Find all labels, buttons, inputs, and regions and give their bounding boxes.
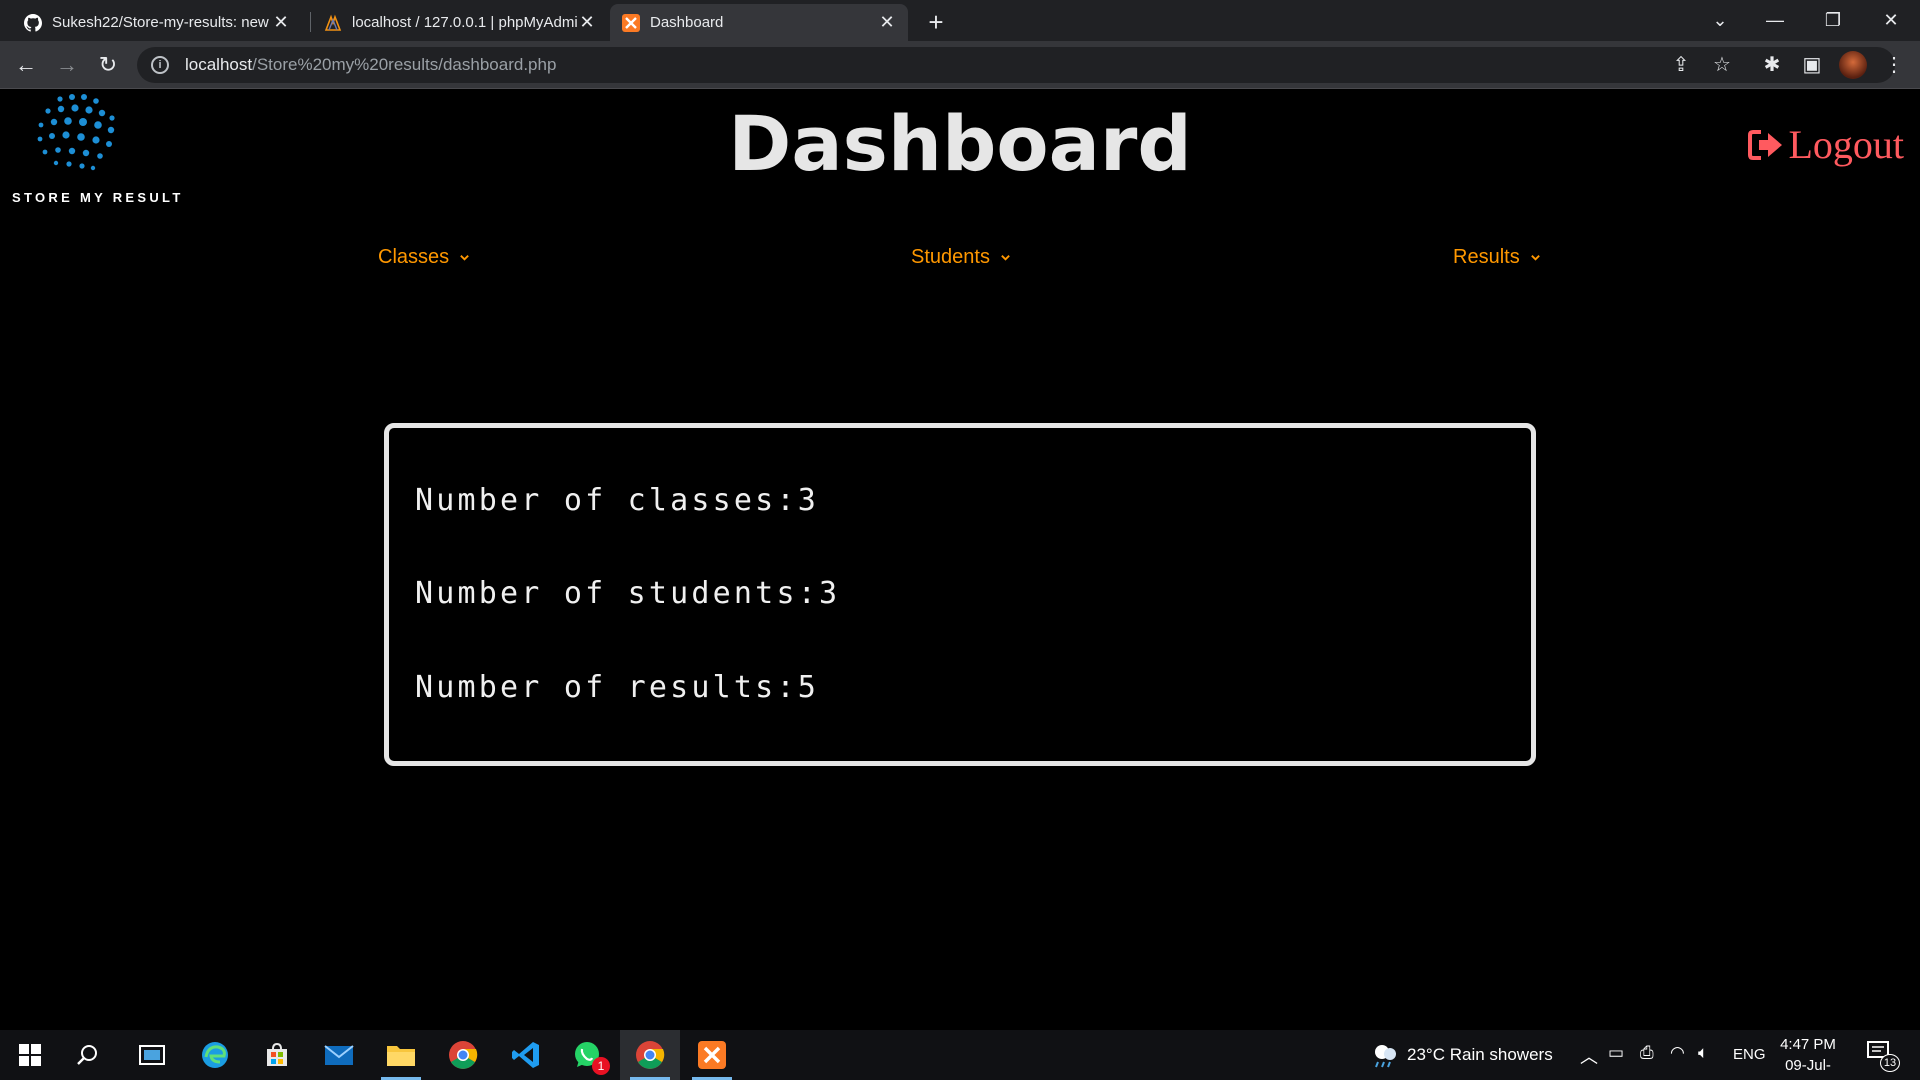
show-hidden-icons-chevron-icon[interactable]: ︿ <box>1580 1043 1598 1069</box>
meet-now-icon[interactable]: ⎙ <box>1640 1043 1654 1063</box>
menu-students[interactable]: Students <box>911 246 1011 269</box>
menu-classes[interactable]: Classes <box>378 246 470 269</box>
chrome-icon[interactable] <box>433 1030 493 1080</box>
window-close-icon[interactable]: ✕ <box>1862 0 1920 41</box>
chrome-active-icon[interactable] <box>620 1030 680 1080</box>
microsoft-store-icon[interactable] <box>247 1030 307 1080</box>
minimize-icon[interactable]: — <box>1746 0 1804 41</box>
tab-phpmyadmin[interactable]: localhost / 127.0.0.1 | phpMyAdmin ✕ <box>312 4 608 41</box>
tab-separator <box>310 12 311 32</box>
task-view-icon[interactable] <box>122 1030 182 1080</box>
restore-icon[interactable]: ❐ <box>1804 0 1862 41</box>
share-icon[interactable]: ⇪ <box>1665 49 1697 81</box>
browser-tab-strip: Sukesh22/Store-my-results: new ✕ localho… <box>0 0 1920 41</box>
stat-results: Number of results:5 <box>415 670 819 705</box>
edge-browser-icon[interactable] <box>185 1030 245 1080</box>
action-center-icon[interactable]: 13 <box>1866 1040 1900 1072</box>
file-explorer-icon[interactable] <box>371 1030 431 1080</box>
page-title: Dashboard <box>728 99 1192 188</box>
menu-classes-label: Classes <box>378 246 450 268</box>
tab-title: localhost / 127.0.0.1 | phpMyAdmin <box>352 14 578 31</box>
logout-icon <box>1748 129 1783 160</box>
chevron-down-icon <box>1530 255 1540 261</box>
clock-time: 4:47 PM <box>1780 1036 1836 1053</box>
xampp-taskbar-icon[interactable] <box>682 1030 742 1080</box>
windows-taskbar: 1 23°C Rain showers ︿ ▭ ⎙ ◠ 🔈︎ ENG 4:47 … <box>0 1030 1920 1080</box>
browser-toolbar: ← → ↻ i localhost/Store%20my%20results/d… <box>0 41 1920 89</box>
menu-results-label: Results <box>1453 246 1520 268</box>
url-path: /Store%20my%20results/dashboard.php <box>252 55 557 74</box>
new-tab-button[interactable]: + <box>920 6 952 38</box>
logout-link[interactable]: Logout <box>1748 121 1904 168</box>
profile-avatar[interactable] <box>1839 51 1867 79</box>
bookmark-star-icon[interactable]: ☆ <box>1706 49 1738 81</box>
battery-icon[interactable]: ▭ <box>1608 1043 1624 1063</box>
tab-github[interactable]: Sukesh22/Store-my-results: new ✕ <box>12 4 302 41</box>
windows-start-icon[interactable] <box>0 1030 60 1080</box>
volume-icon[interactable]: 🔈︎ <box>1698 1043 1708 1063</box>
url-text: localhost/Store%20my%20results/dashboard… <box>185 55 556 75</box>
tab-title: Dashboard <box>650 14 724 31</box>
chevron-down-icon <box>1001 255 1010 261</box>
wifi-icon[interactable]: ◠ <box>1670 1043 1685 1063</box>
close-icon[interactable]: ✕ <box>578 12 596 33</box>
clock[interactable]: 4:47 PM 09-Jul-22 <box>1778 1034 1838 1080</box>
url-host: localhost <box>185 55 253 74</box>
menu-students-label: Students <box>911 246 990 268</box>
chevron-down-icon <box>460 255 469 261</box>
weather-text[interactable]: 23°C Rain showers <box>1407 1045 1553 1065</box>
stat-students: Number of students:3 <box>415 576 841 611</box>
menu-results[interactable]: Results <box>1453 246 1541 269</box>
extensions-puzzle-icon[interactable]: ✱ <box>1756 49 1788 81</box>
back-icon[interactable]: ← <box>10 49 42 81</box>
logo-text: STORE MY RESULT <box>12 190 184 205</box>
weather-rain-icon[interactable] <box>1370 1042 1400 1068</box>
page-content: STORE MY RESULT Dashboard Logout Classes… <box>0 89 1920 1030</box>
stat-classes: Number of classes:3 <box>415 483 819 518</box>
tab-dashboard[interactable]: Dashboard ✕ <box>610 4 908 41</box>
language-indicator[interactable]: ENG <box>1733 1046 1766 1063</box>
xampp-icon <box>622 13 640 32</box>
vscode-icon[interactable] <box>496 1030 556 1080</box>
notification-count: 13 <box>1880 1054 1900 1072</box>
phpmyadmin-icon <box>324 14 342 31</box>
tab-search-chevron-icon[interactable]: ⌄ <box>1691 0 1749 41</box>
clock-date: 09-Jul-22 <box>1785 1057 1831 1080</box>
stats-panel: Number of classes:3 Number of students:3… <box>384 423 1536 766</box>
github-icon <box>24 13 42 32</box>
mail-icon[interactable] <box>309 1030 369 1080</box>
side-panel-icon[interactable]: ▣ <box>1796 49 1828 81</box>
close-icon[interactable]: ✕ <box>272 12 290 33</box>
reload-icon[interactable]: ↻ <box>92 49 124 81</box>
tab-title: Sukesh22/Store-my-results: new <box>52 14 269 31</box>
search-icon[interactable] <box>58 1030 118 1080</box>
site-info-icon[interactable]: i <box>151 56 169 74</box>
chrome-menu-icon[interactable]: ⋮ <box>1878 49 1910 81</box>
close-icon[interactable]: ✕ <box>878 12 896 33</box>
whatsapp-badge: 1 <box>592 1057 610 1075</box>
whatsapp-icon[interactable]: 1 <box>557 1030 617 1080</box>
address-bar[interactable]: i localhost/Store%20my%20results/dashboa… <box>137 47 1895 83</box>
logout-label: Logout <box>1788 122 1904 167</box>
forward-icon[interactable]: → <box>51 49 83 81</box>
